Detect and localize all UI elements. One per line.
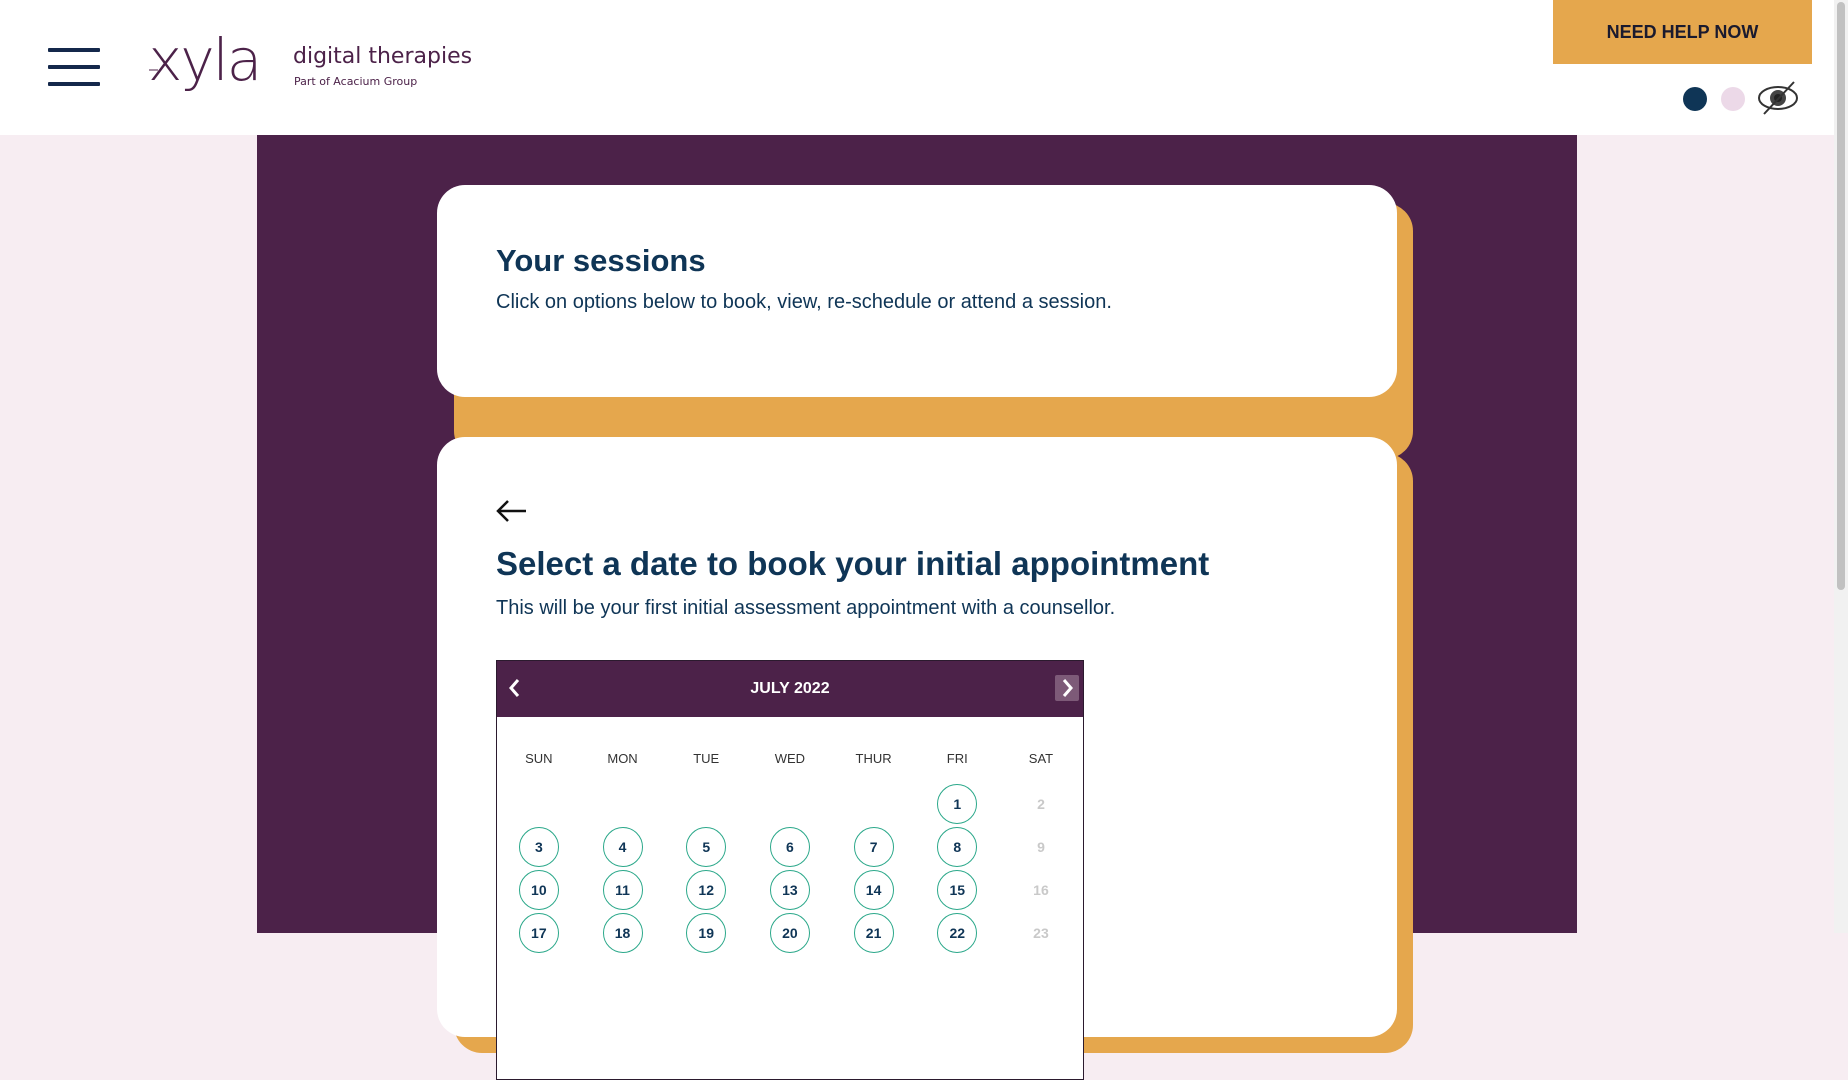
unavailable-date: 23	[1020, 913, 1061, 953]
calendar-cell: 2	[999, 784, 1083, 824]
calendar-cell: 21	[832, 913, 916, 953]
weekday-label: SAT	[1028, 751, 1054, 766]
calendar-week-row: 10 11 12 13 14 15 16	[497, 869, 1083, 911]
calendar-week-row: 17 18 19 20 21 22 23	[497, 912, 1083, 954]
available-date-button[interactable]: 14	[853, 870, 894, 910]
arrow-left-icon[interactable]	[496, 499, 528, 523]
calendar-cell: 15	[915, 870, 999, 910]
calendar-grid: SUN MON TUE WED THUR FRI SAT 1 2 3 4 5 6 7 8 9 10 11 12 13…	[497, 751, 1083, 954]
main-content-panel: Your sessions Click on options below to …	[257, 135, 1577, 1080]
calendar-cell: 23	[999, 913, 1083, 953]
available-date-button[interactable]: 22	[937, 913, 978, 953]
xyla-logo[interactable]: xyla digital therapies Part of Acacium G…	[148, 28, 472, 98]
booking-title: Select a date to book your initial appoi…	[496, 545, 1210, 582]
calendar-cell: 5	[664, 827, 748, 867]
available-date-button[interactable]: 11	[602, 870, 643, 910]
unavailable-date: 16	[1020, 870, 1061, 910]
dark-theme-toggle[interactable]	[1683, 87, 1707, 111]
weekday-label: THUR	[855, 751, 892, 766]
calendar-cell: 18	[581, 913, 665, 953]
calendar-cell: 20	[748, 913, 832, 953]
calendar-cell: 3	[497, 827, 581, 867]
booking-card: Select a date to book your initial appoi…	[437, 437, 1397, 1080]
weekday-label: SUN	[525, 751, 553, 766]
sessions-card: Your sessions Click on options below to …	[437, 185, 1397, 397]
weekday-header-row: SUN MON TUE WED THUR FRI SAT	[497, 751, 1083, 771]
logo-tagline: digital therapies	[293, 44, 473, 69]
available-date-button[interactable]: 20	[769, 913, 810, 953]
logo-wordmark: xyla	[148, 26, 262, 94]
light-theme-toggle[interactable]	[1721, 87, 1745, 111]
weekday-label: FRI	[946, 751, 968, 766]
available-date-button[interactable]: 21	[853, 913, 894, 953]
calendar-cell: 12	[664, 870, 748, 910]
available-date-button[interactable]: 3	[518, 827, 559, 867]
unavailable-date: 2	[1020, 784, 1061, 824]
sessions-title: Your sessions	[496, 243, 706, 278]
booking-description: This will be your first initial assessme…	[496, 597, 1116, 619]
available-date-button[interactable]: 7	[853, 827, 894, 867]
calendar-week-row: 12	[497, 783, 1083, 825]
calendar-cell: 1	[915, 784, 999, 824]
weekday-label: MON	[607, 751, 638, 766]
hamburger-menu-icon[interactable]	[48, 46, 100, 88]
calendar-month-label: JULY 2022	[750, 680, 830, 697]
available-date-button[interactable]: 5	[686, 827, 727, 867]
available-date-button[interactable]: 17	[518, 913, 559, 953]
available-date-button[interactable]: 8	[937, 827, 978, 867]
available-date-button[interactable]: 10	[518, 870, 559, 910]
available-date-button[interactable]: 4	[602, 827, 643, 867]
calendar-cell: 22	[915, 913, 999, 953]
chevron-right-icon[interactable]	[1055, 675, 1079, 701]
page-scrollbar[interactable]	[1834, 0, 1848, 933]
calendar-cell: 14	[832, 870, 916, 910]
weekday-label: WED	[774, 751, 806, 766]
available-date-button[interactable]: 19	[686, 913, 727, 953]
calendar-cell: 13	[748, 870, 832, 910]
logo-subline: Part of Acacium Group	[294, 75, 418, 88]
calendar-cell: 19	[664, 913, 748, 953]
available-date-button[interactable]: 12	[686, 870, 727, 910]
calendar-cell: 7	[832, 827, 916, 867]
available-date-button[interactable]: 15	[937, 870, 978, 910]
calendar-cell: 17	[497, 913, 581, 953]
available-date-button[interactable]: 18	[602, 913, 643, 953]
available-date-button[interactable]: 13	[769, 870, 810, 910]
eye-slash-icon[interactable]	[1756, 78, 1800, 118]
calendar-cell: 4	[581, 827, 665, 867]
unavailable-date: 9	[1020, 827, 1061, 867]
scrollbar-thumb[interactable]	[1837, 2, 1845, 590]
date-picker-calendar: JULY 2022 SUN MON TUE WED THUR FRI SAT 1234567…	[496, 660, 1084, 1080]
need-help-now-button[interactable]: NEED HELP NOW	[1553, 0, 1812, 64]
calendar-cell: 8	[915, 827, 999, 867]
weekday-label: TUE	[693, 751, 720, 766]
sessions-description: Click on options below to book, view, re…	[496, 291, 1112, 313]
calendar-weeks: 1 2 3 4 5 6 7 8 9 10 11 12 13 14 15 16 17 18 19 20 21 22 23	[497, 783, 1083, 954]
calendar-week-row: 3 4 5 6 7 8 9	[497, 826, 1083, 868]
available-date-button[interactable]: 1	[937, 784, 978, 824]
calendar-cell: 6	[748, 827, 832, 867]
calendar-cell: 16	[999, 870, 1083, 910]
available-date-button[interactable]: 6	[769, 827, 810, 867]
calendar-cell: 11	[581, 870, 665, 910]
chevron-left-icon[interactable]	[503, 675, 527, 701]
calendar-header: JULY 2022	[497, 661, 1083, 717]
calendar-cell: 10	[497, 870, 581, 910]
calendar-cell: 9	[999, 827, 1083, 867]
site-header: xyla digital therapies Part of Acacium G…	[0, 0, 1834, 135]
